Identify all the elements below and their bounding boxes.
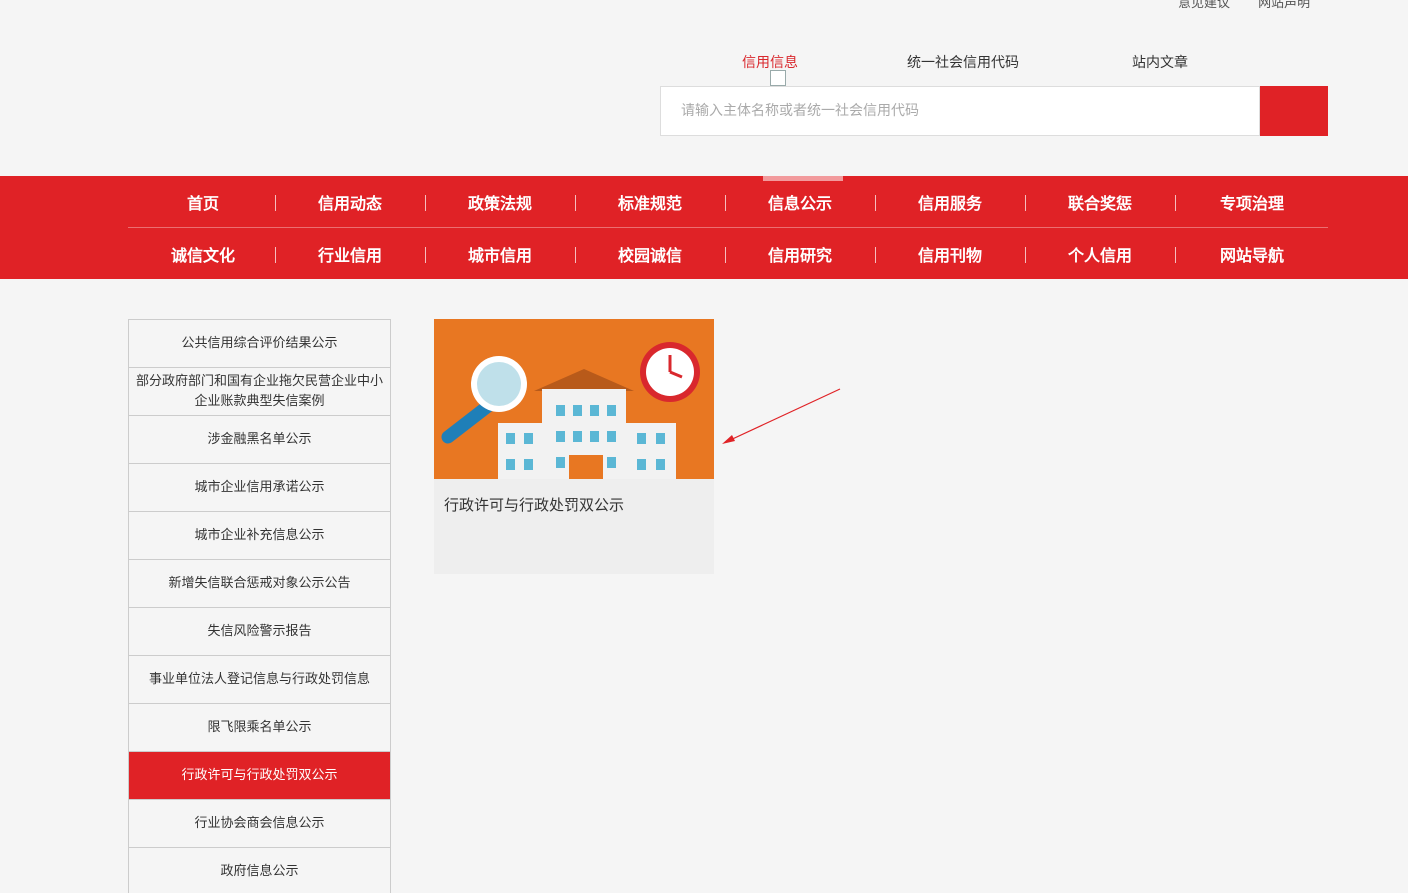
main-nav: 首页 信用动态 政策法规 标准规范 信息公示 信用服务 联合奖惩 专项治理 诚信… [0, 176, 1408, 279]
nav-item-credit-news[interactable]: 信用动态 [275, 176, 425, 227]
search-input[interactable] [661, 87, 1259, 135]
tab-site-articles[interactable]: 站内文章 [1132, 52, 1188, 72]
broken-image-icon [770, 70, 786, 86]
nav-item-personal-credit[interactable]: 个人信用 [1025, 228, 1175, 279]
sidebar-item[interactable]: 公共信用综合评价结果公示 [129, 320, 390, 368]
nav-item-standards[interactable]: 标准规范 [575, 176, 725, 227]
sidebar-item[interactable]: 失信风险警示报告 [129, 608, 390, 656]
sidebar: 公共信用综合评价结果公示 部分政府部门和国有企业拖欠民营企业中小企业账款典型失信… [128, 319, 391, 893]
nav-divider [1175, 247, 1176, 263]
nav-item-special-governance[interactable]: 专项治理 [1177, 176, 1327, 227]
nav-item-rewards-punish[interactable]: 联合奖惩 [1025, 176, 1175, 227]
tab-credit-info[interactable]: 信用信息 [742, 52, 798, 72]
top-links: 意见建议 网站声明 [1178, 0, 1334, 11]
search-box [660, 86, 1260, 136]
nav-divider [1175, 195, 1176, 211]
nav-item-info-public[interactable]: 信息公示 [725, 176, 875, 227]
sidebar-item[interactable]: 部分政府部门和国有企业拖欠民营企业中小企业账款典型失信案例 [129, 368, 390, 416]
sidebar-item-active[interactable]: 行政许可与行政处罚双公示 [129, 752, 390, 800]
nav-item-credit-journal[interactable]: 信用刊物 [875, 228, 1025, 279]
sidebar-item[interactable]: 限飞限乘名单公示 [129, 704, 390, 752]
sidebar-item[interactable]: 新增失信联合惩戒对象公示公告 [129, 560, 390, 608]
nav-item-home[interactable]: 首页 [128, 176, 278, 227]
sidebar-item[interactable]: 涉金融黑名单公示 [129, 416, 390, 464]
nav-item-site-nav[interactable]: 网站导航 [1177, 228, 1327, 279]
sidebar-item[interactable]: 城市企业信用承诺公示 [129, 464, 390, 512]
nav-row-1: 首页 信用动态 政策法规 标准规范 信息公示 信用服务 联合奖惩 专项治理 [128, 176, 1328, 228]
nav-item-campus-integrity[interactable]: 校园诚信 [575, 228, 725, 279]
site-statement-link[interactable]: 网站声明 [1258, 0, 1310, 11]
search-button[interactable] [1260, 86, 1328, 136]
search-tabs: 信用信息 统一社会信用代码 站内文章 [660, 52, 1328, 86]
nav-row-2: 诚信文化 行业信用 城市信用 校园诚信 信用研究 信用刊物 个人信用 网站导航 [128, 228, 1328, 279]
nav-item-policy[interactable]: 政策法规 [425, 176, 575, 227]
annotation-arrow-icon [722, 388, 841, 444]
tab-credit-code[interactable]: 统一社会信用代码 [907, 52, 1019, 72]
card-title[interactable]: 行政许可与行政处罚双公示 [444, 494, 624, 515]
feedback-link[interactable]: 意见建议 [1178, 0, 1230, 11]
sidebar-item[interactable]: 城市企业补充信息公示 [129, 512, 390, 560]
nav-item-credit-service[interactable]: 信用服务 [875, 176, 1025, 227]
nav-item-city-credit[interactable]: 城市信用 [425, 228, 575, 279]
nav-item-industry-credit[interactable]: 行业信用 [275, 228, 425, 279]
nav-item-integrity-culture[interactable]: 诚信文化 [128, 228, 278, 279]
sidebar-item[interactable]: 行业协会商会信息公示 [129, 800, 390, 848]
building-magnifier-clock-illustration [434, 319, 714, 479]
sidebar-item[interactable]: 事业单位法人登记信息与行政处罚信息 [129, 656, 390, 704]
nav-item-credit-research[interactable]: 信用研究 [725, 228, 875, 279]
sidebar-item[interactable]: 政府信息公示 [129, 848, 390, 893]
content-card[interactable]: 行政许可与行政处罚双公示 [434, 319, 714, 574]
